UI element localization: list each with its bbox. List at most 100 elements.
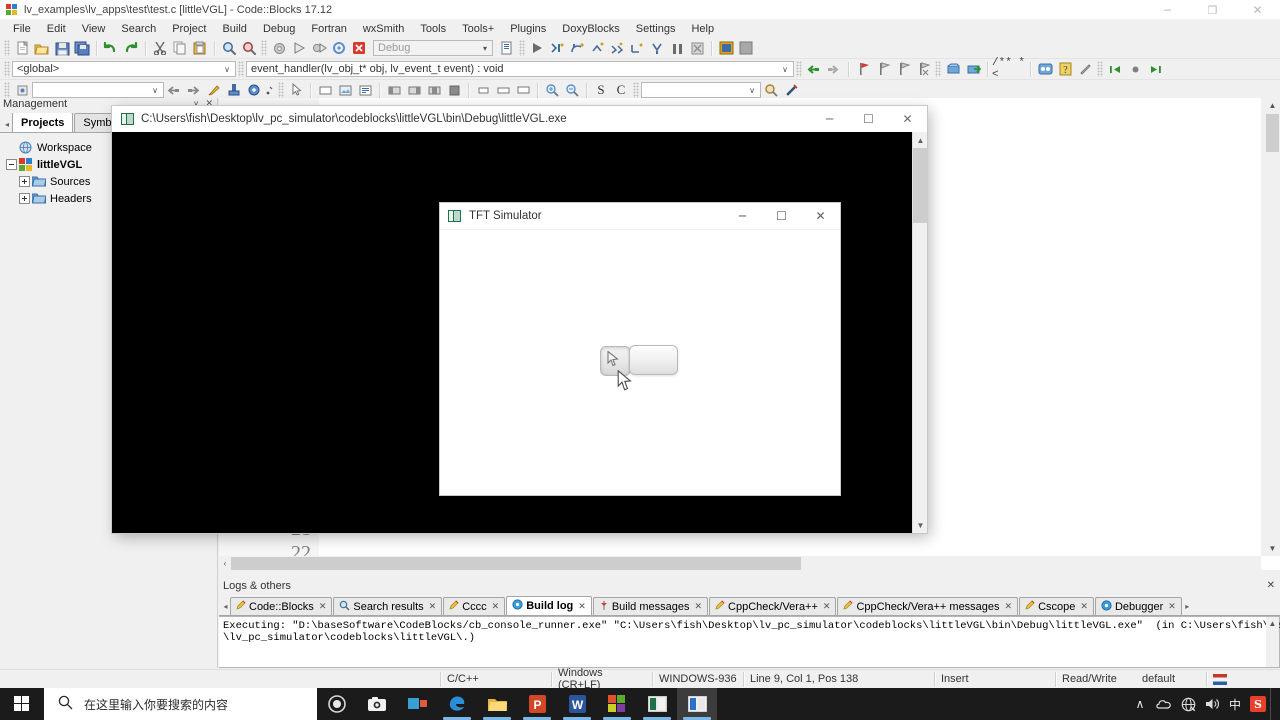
menu-doxyblocks[interactable]: DoxyBlocks xyxy=(554,21,627,38)
toolbar-grip[interactable] xyxy=(4,82,10,98)
debug-step-instruction-icon[interactable] xyxy=(607,39,627,58)
edge-icon[interactable] xyxy=(437,688,477,720)
prev-bookmark-icon[interactable] xyxy=(873,60,893,79)
save-all-icon[interactable] xyxy=(72,39,92,58)
chevron-up-icon[interactable]: ∧ xyxy=(1128,688,1152,720)
menu-help[interactable]: Help xyxy=(683,21,722,38)
log-tab-codeblocks[interactable]: Code::Blocks ✕ xyxy=(230,597,333,615)
log-tab-build-messages[interactable]: Build messages ✕ xyxy=(592,597,709,615)
scroll-down-icon[interactable]: ▼ xyxy=(913,517,928,533)
toolbar-grip[interactable] xyxy=(796,61,802,77)
toolbar-grip[interactable] xyxy=(4,61,10,77)
menu-wxsmith[interactable]: wxSmith xyxy=(355,21,413,38)
log-tab-cppcheck-vera[interactable]: CppCheck/Vera++ ✕ xyxy=(709,597,837,615)
ime-mode-icon[interactable]: 中 xyxy=(1224,688,1246,720)
file-explorer-icon[interactable] xyxy=(477,688,517,720)
task-view-icon[interactable] xyxy=(397,688,437,720)
function-combo[interactable]: event_handler(lv_obj_t* obj, lv_event_t … xyxy=(246,61,794,77)
close-icon[interactable]: ✕ xyxy=(429,601,437,612)
build-target-combo[interactable]: Debug ▾ xyxy=(373,40,493,56)
box-large-icon[interactable] xyxy=(513,81,533,100)
menu-debug[interactable]: Debug xyxy=(255,21,303,38)
log-tab-search-results[interactable]: Search results ✕ xyxy=(333,597,443,615)
go-forward-icon[interactable] xyxy=(824,60,844,79)
configure-icon[interactable] xyxy=(1075,60,1095,79)
rebuild-icon[interactable] xyxy=(329,39,349,58)
new-file-icon[interactable] xyxy=(12,39,32,58)
close-icon[interactable]: ✕ xyxy=(578,601,586,612)
panel-icon[interactable] xyxy=(315,81,335,100)
target-select-icon[interactable] xyxy=(497,39,517,58)
scrollbar-thumb[interactable] xyxy=(231,557,801,570)
undo-icon[interactable] xyxy=(101,39,121,58)
cortana-circle-icon[interactable] xyxy=(317,688,357,720)
text-panel-icon[interactable] xyxy=(355,81,375,100)
log-tab-cscope[interactable]: Cscope ✕ xyxy=(1019,597,1094,615)
debug-next-instruction-icon[interactable] xyxy=(627,39,647,58)
scroll-down-icon[interactable]: ▼ xyxy=(1265,541,1280,556)
close-icon[interactable]: ✕ xyxy=(1267,580,1275,591)
log-tab-debugger[interactable]: Debugger ✕ xyxy=(1094,597,1182,615)
open-file-icon[interactable] xyxy=(32,39,52,58)
toolbar-grip[interactable] xyxy=(261,40,267,56)
debug-window-icon[interactable] xyxy=(716,39,736,58)
expand-toggle-icon[interactable] xyxy=(19,193,30,204)
tft-canvas[interactable] xyxy=(440,229,840,495)
menu-tools-plus[interactable]: Tools+ xyxy=(454,21,502,38)
doxyblocks-extract-icon[interactable] xyxy=(963,60,983,79)
redo-icon[interactable] xyxy=(121,39,141,58)
statusbar-keyboard-layout[interactable] xyxy=(1207,671,1233,688)
menu-project[interactable]: Project xyxy=(164,21,214,38)
toolbar-grip[interactable] xyxy=(1097,61,1103,77)
editor-vertical-scrollbar[interactable]: ▲ ▼ xyxy=(1265,98,1280,556)
network-icon[interactable] xyxy=(1176,688,1200,720)
menu-build[interactable]: Build xyxy=(214,21,254,38)
debug-info-icon[interactable] xyxy=(736,39,756,58)
menu-edit[interactable]: Edit xyxy=(39,21,74,38)
debug-break-icon[interactable] xyxy=(667,39,687,58)
menu-tools[interactable]: Tools xyxy=(412,21,454,38)
image-panel-icon[interactable] xyxy=(335,81,355,100)
zoom-out-icon[interactable] xyxy=(562,81,582,100)
lv-button-small[interactable] xyxy=(600,346,631,376)
codeblocks-window-icon[interactable] xyxy=(637,688,677,720)
tabstrip-left-arrow[interactable]: ◂ xyxy=(2,120,12,132)
log-tab-cccc[interactable]: Cccc ✕ xyxy=(443,597,506,615)
console-maximize-button[interactable]: ☐ xyxy=(849,106,888,132)
doxywizard-icon[interactable] xyxy=(1035,60,1055,79)
jump-forward-icon[interactable] xyxy=(1145,60,1165,79)
toolbar-grip[interactable] xyxy=(633,82,639,98)
log-vertical-scrollbar[interactable]: ▲ xyxy=(1266,617,1279,667)
debug-step-out-icon[interactable] xyxy=(587,39,607,58)
find-icon[interactable] xyxy=(219,39,239,58)
toolbar-grip[interactable] xyxy=(519,40,525,56)
paste-resource-icon[interactable] xyxy=(244,81,264,100)
search-icon[interactable] xyxy=(761,81,781,100)
build-icon[interactable] xyxy=(269,39,289,58)
tft-minimize-button[interactable]: ─ xyxy=(723,203,762,229)
align-center-icon[interactable] xyxy=(424,81,444,100)
close-icon[interactable]: ✕ xyxy=(1080,601,1088,612)
powerpoint-icon[interactable]: P xyxy=(517,688,557,720)
close-icon[interactable]: ✕ xyxy=(492,601,500,612)
collapse-toggle-icon[interactable] xyxy=(6,159,17,170)
menu-plugins[interactable]: Plugins xyxy=(502,21,554,38)
insert-icon[interactable] xyxy=(224,81,244,100)
littlevgl-window-icon[interactable] xyxy=(677,688,717,720)
wx-go-back-icon[interactable] xyxy=(164,81,184,100)
wxsmith-combo-1[interactable]: ∨ xyxy=(32,82,164,98)
dot-icon[interactable] xyxy=(264,81,276,100)
visual-studio-icon[interactable] xyxy=(597,688,637,720)
wxsmith-combo-2[interactable]: ∨ xyxy=(641,82,761,98)
ide-maximize-button[interactable]: ❒ xyxy=(1190,0,1235,20)
editor-horizontal-scrollbar[interactable]: ‹ xyxy=(219,556,1261,571)
volume-icon[interactable] xyxy=(1200,688,1224,720)
color-pick-icon[interactable] xyxy=(204,81,224,100)
debug-run-icon[interactable] xyxy=(527,39,547,58)
close-icon[interactable]: ✕ xyxy=(694,601,702,612)
camera-icon[interactable] xyxy=(357,688,397,720)
tft-simulator-window[interactable]: TFT Simulator ─ ☐ ✕ xyxy=(440,203,840,495)
tabstrip-left-arrow[interactable]: ◂ xyxy=(221,602,230,615)
menu-search[interactable]: Search xyxy=(113,21,164,38)
search-input[interactable]: 在这里输入你要搜索的内容 xyxy=(44,688,317,720)
